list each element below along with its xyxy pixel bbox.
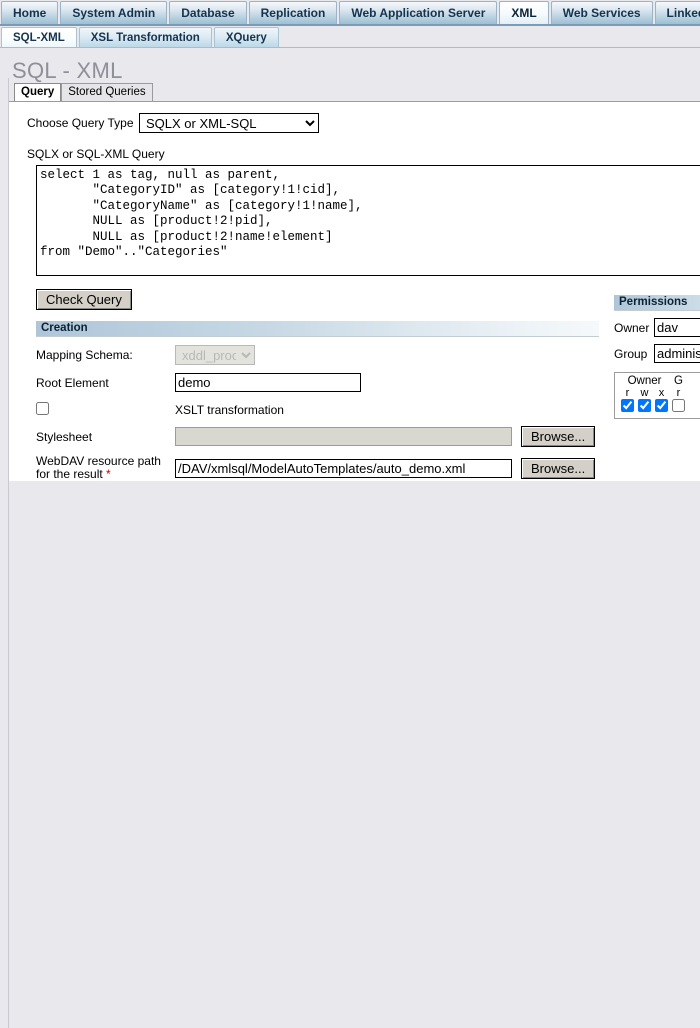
root-element-label: Root Element <box>36 375 109 390</box>
webdav-path-input[interactable] <box>175 458 512 478</box>
xslt-transformation-checkbox[interactable] <box>36 402 49 415</box>
stylesheet-row: Stylesheet Browse... <box>36 426 599 447</box>
webdav-path-label-line1: WebDAV resource path <box>36 454 161 468</box>
nav-tab-linked-data[interactable]: Linked Data <box>654 1 700 24</box>
query-panel: Choose Query Type SQLX or XML-SQL SQLX o… <box>9 101 700 481</box>
permissions-flag-owner-w: w <box>640 387 649 399</box>
permissions-flag-group-r: r <box>676 387 681 399</box>
card-tab-strip: Query Stored Queries <box>9 82 700 101</box>
permissions-group-group-header: G <box>674 375 683 387</box>
owner-label: Owner <box>614 320 650 335</box>
permissions-cell-owner-x <box>653 399 670 415</box>
query-area-label: SQLX or SQL-XML Query <box>27 147 165 161</box>
permissions-group-header-row: Owner G <box>619 375 687 387</box>
permissions-section-header: Permissions <box>614 295 700 311</box>
group-row: Group <box>614 344 700 363</box>
permissions-table: Owner G r w x r <box>619 375 687 415</box>
permissions-flag-owner-r: r <box>625 387 630 399</box>
required-asterisk: * <box>106 467 111 481</box>
stylesheet-input[interactable] <box>175 427 512 446</box>
primary-nav: Home System Admin Database Replication W… <box>0 0 700 26</box>
webdav-path-row: WebDAV resource path for the result * Br… <box>36 455 599 481</box>
stylesheet-label: Stylesheet <box>36 429 93 444</box>
mapping-schema-select[interactable]: xddl_procs <box>175 345 255 365</box>
query-type-label: Choose Query Type <box>27 116 134 130</box>
tab-query[interactable]: Query <box>14 83 62 101</box>
permissions-flag-owner-x: x <box>658 387 665 399</box>
permissions-cell-group-r <box>670 399 687 415</box>
page-title: SQL - XML <box>12 58 123 83</box>
stylesheet-browse-button[interactable]: Browse... <box>521 426 596 447</box>
query-type-row: Choose Query Type SQLX or XML-SQL <box>9 111 700 135</box>
permission-checkbox-owner-execute[interactable] <box>655 399 668 412</box>
webdav-path-label-line2: for the result <box>36 467 103 481</box>
nav-tab-xml[interactable]: XML <box>499 1 549 24</box>
nav-tab-database[interactable]: Database <box>169 1 247 24</box>
mapping-schema-label: Mapping Schema: <box>36 348 133 362</box>
xslt-checkbox-holder <box>36 402 175 418</box>
nav-tab-web-application-server[interactable]: Web Application Server <box>339 1 498 24</box>
group-input[interactable] <box>654 344 700 363</box>
webdav-browse-button[interactable]: Browse... <box>521 457 596 479</box>
subnav-tab-xquery[interactable]: XQuery <box>213 27 279 47</box>
permission-checkbox-owner-write[interactable] <box>638 399 651 412</box>
group-label: Group <box>614 346 648 361</box>
nav-tab-home[interactable]: Home <box>1 1 59 24</box>
nav-tab-web-services[interactable]: Web Services <box>550 1 653 24</box>
query-textarea-wrap: select 1 as tag, null as parent, "Catego… <box>9 165 700 278</box>
owner-row: Owner <box>614 318 700 337</box>
root-element-row: Root Element <box>36 373 599 392</box>
permission-checkbox-owner-read[interactable] <box>621 399 634 412</box>
permissions-checkbox-row <box>619 399 687 415</box>
creation-section-header: Creation <box>36 321 599 337</box>
xslt-transformation-label: XSLT transformation <box>175 403 284 417</box>
permission-checkbox-group-read[interactable] <box>672 399 685 412</box>
nav-tab-system-admin[interactable]: System Admin <box>60 1 168 24</box>
subnav-tab-xsl-transformation[interactable]: XSL Transformation <box>78 27 212 47</box>
sql-query-textarea[interactable]: select 1 as tag, null as parent, "Catego… <box>36 165 700 276</box>
permissions-owner-group-header: Owner <box>627 375 662 387</box>
creation-section: Creation Mapping Schema: xddl_procs Root… <box>36 321 599 481</box>
secondary-nav: SQL-XML XSL Transformation XQuery <box>0 26 700 48</box>
xslt-transformation-row: XSLT transformation <box>36 402 599 418</box>
permissions-flag-header-row: r w x r <box>619 387 687 399</box>
root-element-input[interactable] <box>175 373 361 392</box>
permissions-cell-owner-r <box>619 399 636 415</box>
query-type-select[interactable]: SQLX or XML-SQL <box>139 113 319 133</box>
tab-stored-queries[interactable]: Stored Queries <box>61 83 153 101</box>
permissions-cell-owner-w <box>636 399 653 415</box>
permissions-section: Permissions Owner Group Owner G r w <box>614 295 700 419</box>
webdav-path-label: WebDAV resource path for the result * <box>36 455 175 481</box>
nav-tab-replication[interactable]: Replication <box>248 1 338 24</box>
content-area: Query Stored Queries Choose Query Type S… <box>0 78 700 1028</box>
owner-input[interactable] <box>654 318 700 337</box>
query-area-label-row: SQLX or SQL-XML Query <box>9 147 700 161</box>
check-query-button[interactable]: Check Query <box>36 289 132 310</box>
permissions-grid: Owner G r w x r <box>614 372 700 419</box>
mapping-schema-row: Mapping Schema: xddl_procs <box>36 345 599 365</box>
check-query-row: Check Query <box>9 289 700 310</box>
subnav-tab-sql-xml[interactable]: SQL-XML <box>1 27 77 47</box>
